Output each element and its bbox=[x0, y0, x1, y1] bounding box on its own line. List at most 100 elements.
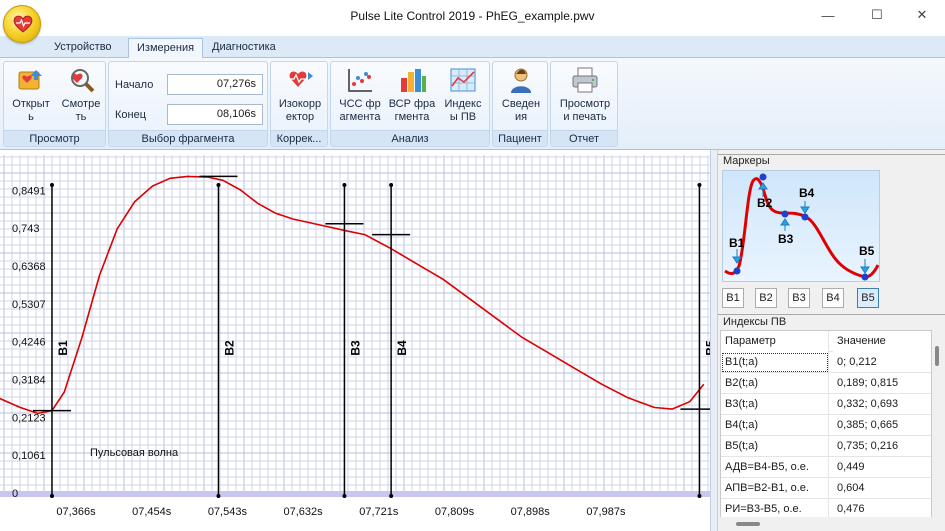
x-tick-label: 07,809s bbox=[435, 506, 475, 518]
panel-splitter[interactable] bbox=[710, 150, 718, 531]
header-value[interactable]: Значение bbox=[833, 331, 931, 352]
illus-arrow-b5 bbox=[860, 259, 870, 274]
horizontal-scrollbar[interactable] bbox=[720, 517, 932, 531]
patient-info-button[interactable]: Сведен ия bbox=[497, 66, 545, 124]
hr-fragment-button[interactable]: ЧСС фр агмента bbox=[335, 66, 385, 124]
grid-chart-icon bbox=[450, 68, 476, 92]
marker-b3-button[interactable]: B3 bbox=[788, 288, 810, 308]
y-tick-label: 0,2123 bbox=[12, 412, 46, 424]
value-cell: 0,449 bbox=[837, 461, 865, 473]
scrollbar-thumb[interactable] bbox=[935, 346, 939, 366]
series-annotation: Пульсовая волна bbox=[90, 447, 179, 459]
marker-top-dot bbox=[216, 183, 221, 187]
vertical-scrollbar[interactable] bbox=[932, 330, 942, 531]
indices-title: Индексы ПВ bbox=[723, 316, 787, 328]
baseline-band bbox=[0, 491, 710, 497]
illus-arrow-b3 bbox=[780, 218, 790, 231]
table-row[interactable]: АПВ=B2-B1, о.е. 0,604 bbox=[721, 478, 931, 499]
marker-label-b2: B2 bbox=[222, 340, 236, 356]
ribbon-tab-bar: Устройство Измерения Диагностика bbox=[0, 36, 945, 59]
marker-label-b5: B5 bbox=[703, 340, 710, 356]
ribbon: Открыт ь Смотре ть Просмотр Начало 07,27… bbox=[0, 58, 945, 150]
illus-label-b3: B3 bbox=[778, 232, 794, 246]
watch-label: Смотре ть bbox=[61, 98, 101, 123]
marker-bottom-dot bbox=[49, 494, 54, 498]
y-tick-label: 0,5307 bbox=[12, 299, 46, 311]
marker-top-dot bbox=[49, 183, 54, 187]
watch-button[interactable]: Смотре ть bbox=[58, 66, 104, 124]
marker-top-dot bbox=[389, 183, 394, 187]
marker-b4-button[interactable]: B4 bbox=[822, 288, 844, 308]
table-row[interactable]: B3(t;a) 0,332; 0,693 bbox=[721, 394, 931, 415]
end-time-input[interactable]: 08,106s bbox=[167, 104, 263, 125]
divider bbox=[718, 314, 945, 315]
open-button[interactable]: Открыт ь bbox=[8, 66, 54, 124]
marker-bottom-dot bbox=[697, 494, 702, 498]
indices-table[interactable]: Параметр Значение B1(t;a) 0; 0,212 B2(t;… bbox=[720, 330, 932, 531]
start-time-input[interactable]: 07,276s bbox=[167, 74, 263, 95]
heart-arrow-icon bbox=[289, 71, 313, 87]
hrv-fragment-button[interactable]: ВСР фра гмента bbox=[387, 66, 437, 124]
print-preview-button[interactable]: Просмотр и печать bbox=[555, 66, 615, 124]
param-cell: B2(t;a) bbox=[721, 373, 829, 394]
close-button[interactable]: ✕ bbox=[907, 4, 937, 26]
marker-top-dot bbox=[342, 183, 347, 187]
group-report-label: Отчет bbox=[551, 130, 617, 146]
table-row[interactable]: B2(t;a) 0,189; 0,815 bbox=[721, 373, 931, 394]
table-header: Параметр Значение bbox=[721, 331, 931, 352]
title-bar: Pulse Lite Control 2019 - PhEG_example.p… bbox=[0, 0, 945, 43]
isocorrector-button[interactable]: Изокорр ектор bbox=[275, 66, 325, 124]
table-row[interactable]: АДВ=B4-B5, о.е. 0,449 bbox=[721, 457, 931, 478]
y-tick-label: 0,8491 bbox=[12, 185, 46, 197]
pw-indices-button[interactable]: Индекс ы ПВ bbox=[439, 66, 487, 124]
header-param[interactable]: Параметр bbox=[721, 331, 829, 352]
pw-indices-label: Индекс ы ПВ bbox=[444, 98, 482, 123]
person-icon bbox=[511, 68, 531, 93]
chart-svg: 0 0,1061 0,2123 0,3184 0,4246 0,5307 0,6368 0,7… bbox=[0, 150, 710, 531]
patient-info-label: Сведен ия bbox=[501, 98, 541, 123]
tab-diagnostics[interactable]: Диагностика bbox=[204, 38, 284, 58]
param-cell: B3(t;a) bbox=[721, 394, 829, 415]
scrollbar-thumb[interactable] bbox=[736, 522, 760, 526]
x-tick-label: 07,543s bbox=[208, 506, 248, 518]
table-row[interactable]: B5(t;a) 0,735; 0,216 bbox=[721, 436, 931, 457]
start-label: Начало bbox=[115, 79, 154, 91]
marker-top-dot bbox=[697, 183, 702, 187]
print-preview-label: Просмотр и печать bbox=[559, 98, 611, 123]
hrv-fragment-label: ВСР фра гмента bbox=[388, 98, 436, 123]
printer-icon bbox=[572, 67, 598, 93]
illus-point-b4 bbox=[801, 213, 809, 221]
marker-b1-button[interactable]: B1 bbox=[722, 288, 744, 308]
table-row[interactable]: B1(t;a) 0; 0,212 bbox=[721, 352, 931, 373]
markers-title: Маркеры bbox=[723, 155, 773, 167]
illus-point-b2 bbox=[759, 173, 767, 181]
group-correction: Изокорр ектор Коррек... bbox=[270, 61, 328, 147]
illus-arrow-b4 bbox=[800, 201, 810, 214]
maximize-button[interactable]: ☐ bbox=[862, 4, 892, 26]
illus-label-b2: B2 bbox=[757, 196, 773, 210]
marker-b2-button[interactable]: B2 bbox=[755, 288, 777, 308]
minimize-button[interactable]: — bbox=[813, 4, 843, 26]
y-tick-label: 0,1061 bbox=[12, 450, 46, 462]
value-cell: 0,385; 0,665 bbox=[837, 419, 899, 431]
table-row[interactable]: B4(t;a) 0,385; 0,665 bbox=[721, 415, 931, 436]
pulse-wave-chart[interactable]: 0 0,1061 0,2123 0,3184 0,4246 0,5307 0,6368 0,7… bbox=[0, 150, 710, 531]
param-cell: АПВ=B2-B1, о.е. bbox=[721, 478, 829, 499]
tab-device[interactable]: Устройство bbox=[46, 38, 120, 58]
marker-label-b3: B3 bbox=[348, 340, 362, 356]
group-patient-label: Пациент bbox=[493, 130, 547, 146]
app-window: Pulse Lite Control 2019 - PhEG_example.p… bbox=[0, 0, 945, 531]
y-tick-label: 0,4246 bbox=[12, 337, 46, 349]
value-cell: 0,604 bbox=[837, 482, 865, 494]
app-logo-icon[interactable] bbox=[3, 5, 41, 43]
illus-point-b5 bbox=[861, 273, 869, 281]
value-cell: 0,332; 0,693 bbox=[837, 398, 899, 410]
x-tick-label: 07,632s bbox=[284, 506, 324, 518]
value-cell: 0,735; 0,216 bbox=[837, 440, 899, 452]
group-view-label: Просмотр bbox=[4, 130, 105, 146]
group-view: Открыт ь Смотре ть Просмотр bbox=[3, 61, 106, 147]
marker-bottom-dot bbox=[342, 494, 347, 498]
tab-measurements[interactable]: Измерения bbox=[128, 38, 204, 59]
marker-b5-button[interactable]: B5 bbox=[857, 288, 879, 308]
magnifier-heart-icon bbox=[71, 69, 95, 93]
